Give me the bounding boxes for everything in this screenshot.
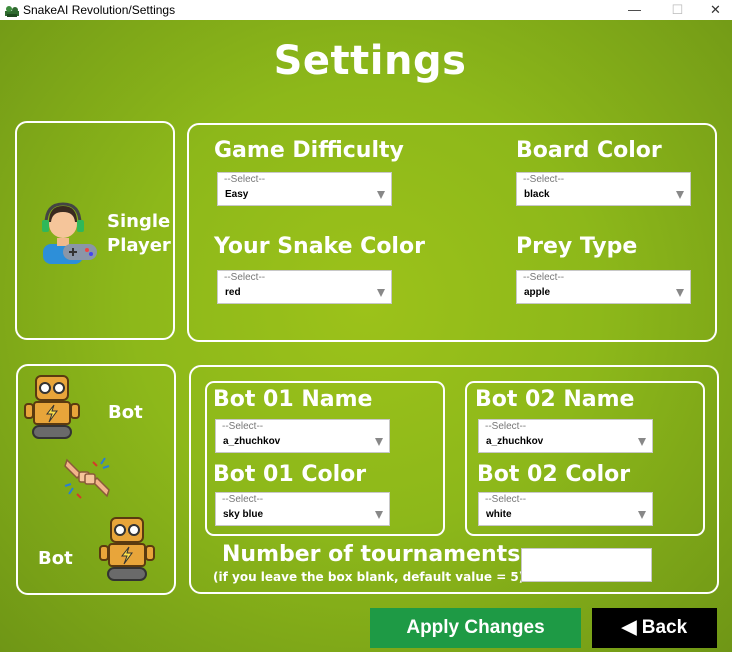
bot-vs-bot-panel: Bot Bot xyxy=(16,364,176,595)
chevron-down-icon[interactable] xyxy=(676,289,684,297)
chevron-down-icon[interactable] xyxy=(638,511,646,519)
chevron-down-icon[interactable] xyxy=(375,511,383,519)
snake-color-label: Your Snake Color xyxy=(214,234,425,259)
single-player-label-line2: Player xyxy=(107,235,171,256)
tournaments-label: Number of tournaments xyxy=(222,542,521,567)
bot1-name-placeholder: --Select-- xyxy=(222,421,264,432)
chevron-down-icon[interactable] xyxy=(377,191,385,199)
back-button[interactable]: ◀ Back xyxy=(592,608,717,648)
tournaments-hint: (if you leave the box blank, default val… xyxy=(213,570,525,584)
prey-type-value: apple xyxy=(524,287,551,298)
tournaments-input[interactable] xyxy=(521,548,652,582)
fist-bump-icon xyxy=(64,457,110,499)
bot-settings-panel: Bot 01 Name --Select-- a_zhuchkov Bot 01… xyxy=(189,365,719,594)
snake-color-value: red xyxy=(225,287,241,298)
board-color-label: Board Color xyxy=(516,138,662,163)
page-title: Settings xyxy=(273,38,467,84)
bot1-name-value: a_zhuchkov xyxy=(223,436,281,447)
gamer-icon xyxy=(42,202,97,264)
settings-window: SnakeAI Revolution/Settings — ☐ ✕ Settin… xyxy=(0,0,732,652)
bot1-color-select[interactable]: --Select-- sky blue xyxy=(215,492,390,526)
single-player-settings-panel: Game Difficulty --Select-- Easy Board Co… xyxy=(187,123,717,342)
bot2-name-value: a_zhuchkov xyxy=(486,436,544,447)
bot2-color-select[interactable]: --Select-- white xyxy=(478,492,653,526)
board-color-value: black xyxy=(524,189,550,200)
bot2-name-placeholder: --Select-- xyxy=(485,421,527,432)
bot1-name-select[interactable]: --Select-- a_zhuchkov xyxy=(215,419,390,453)
apply-changes-button[interactable]: Apply Changes xyxy=(370,608,581,648)
bot1-panel: Bot 01 Name --Select-- a_zhuchkov Bot 01… xyxy=(205,381,445,536)
bot2-color-placeholder: --Select-- xyxy=(485,494,527,505)
chevron-down-icon[interactable] xyxy=(676,191,684,199)
bot-bottom-label: Bot xyxy=(38,548,73,569)
snake-app-icon xyxy=(5,6,19,17)
bot2-panel: Bot 02 Name --Select-- a_zhuchkov Bot 02… xyxy=(465,381,705,536)
bot1-color-value: sky blue xyxy=(223,509,264,520)
settings-content: Settings Single Player Game Difficulty -… xyxy=(0,20,732,652)
close-button[interactable]: ✕ xyxy=(693,0,732,20)
chevron-down-icon[interactable] xyxy=(638,438,646,446)
bot2-color-label: Bot 02 Color xyxy=(477,462,631,487)
title-bar: SnakeAI Revolution/Settings — ☐ ✕ xyxy=(0,0,732,20)
board-color-select[interactable]: --Select-- black xyxy=(516,172,691,206)
prey-type-placeholder: --Select-- xyxy=(523,272,565,283)
minimize-button[interactable]: — xyxy=(612,0,657,20)
robot-icon xyxy=(99,517,155,581)
single-player-label-line1: Single xyxy=(107,211,171,232)
board-color-placeholder: --Select-- xyxy=(523,174,565,185)
game-difficulty-label: Game Difficulty xyxy=(214,138,404,163)
bot1-name-label: Bot 01 Name xyxy=(213,387,373,412)
game-difficulty-value: Easy xyxy=(225,189,249,200)
single-player-panel: Single Player xyxy=(15,121,175,340)
chevron-down-icon[interactable] xyxy=(377,289,385,297)
snake-color-select[interactable]: --Select-- red xyxy=(217,270,392,304)
bot1-color-placeholder: --Select-- xyxy=(222,494,264,505)
game-difficulty-placeholder: --Select-- xyxy=(224,174,266,185)
bot1-color-label: Bot 01 Color xyxy=(213,462,367,487)
prey-type-select[interactable]: --Select-- apple xyxy=(516,270,691,304)
robot-icon xyxy=(24,375,80,439)
prey-type-label: Prey Type xyxy=(516,234,638,259)
bot2-name-label: Bot 02 Name xyxy=(475,387,635,412)
chevron-down-icon[interactable] xyxy=(375,438,383,446)
bot2-name-select[interactable]: --Select-- a_zhuchkov xyxy=(478,419,653,453)
snake-color-placeholder: --Select-- xyxy=(224,272,266,283)
bot2-color-value: white xyxy=(486,509,512,520)
game-difficulty-select[interactable]: --Select-- Easy xyxy=(217,172,392,206)
bot-top-label: Bot xyxy=(108,402,143,423)
window-title: SnakeAI Revolution/Settings xyxy=(23,3,176,17)
